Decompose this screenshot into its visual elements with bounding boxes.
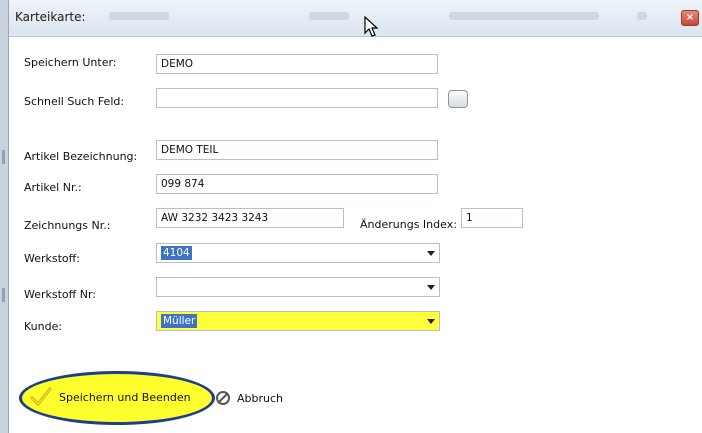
- zeichnungs-nr-input[interactable]: AW 3232 3423 3243: [156, 208, 344, 228]
- schnell-such-input[interactable]: [156, 88, 438, 108]
- blurred-title-segment: [109, 12, 169, 20]
- chevron-down-icon: [427, 285, 435, 290]
- background-mark: [2, 288, 5, 302]
- chevron-down-icon: [427, 319, 435, 324]
- abort-button-label: Abbruch: [237, 391, 284, 405]
- close-button[interactable]: ×: [681, 10, 699, 26]
- checkmark-icon: [30, 387, 52, 406]
- label-speichern-unter: Speichern Unter:: [24, 56, 117, 69]
- label-artikel-bezeichnung: Artikel Bezeichnung:: [24, 150, 138, 163]
- label-artikel-nr: Artikel Nr.:: [24, 181, 82, 194]
- mouse-pointer-icon: [364, 16, 379, 37]
- chevron-down-icon: [427, 251, 435, 256]
- artikel-bezeichnung-input[interactable]: DEMO TEIL: [156, 140, 438, 160]
- label-werkstoff: Werkstoff:: [24, 252, 80, 265]
- search-button[interactable]: [448, 90, 468, 108]
- aenderungs-index-input[interactable]: 1: [461, 208, 523, 228]
- label-aenderungs-index: Änderungs Index:: [360, 218, 457, 231]
- karteikarte-dialog: Karteikarte: × Speichern Unter: DEMO Sch…: [8, 0, 702, 433]
- werkstoff-select[interactable]: 4104: [156, 243, 440, 263]
- blurred-title-segment: [309, 12, 349, 20]
- title-bar[interactable]: Karteikarte: ×: [9, 0, 702, 37]
- label-schnell-such-feld: Schnell Such Feld:: [24, 95, 125, 108]
- label-kunde: Kunde:: [24, 320, 63, 333]
- abort-button[interactable]: Abbruch: [215, 387, 305, 409]
- form-area: Speichern Unter: DEMO Schnell Such Feld:…: [9, 37, 702, 433]
- no-entry-icon: [216, 391, 230, 405]
- label-werkstoff-nr: Werkstoff Nr:: [24, 288, 97, 301]
- kunde-selected-value: Müller: [161, 314, 198, 328]
- window-title: Karteikarte:: [15, 10, 86, 24]
- werkstoff-nr-select[interactable]: [156, 277, 440, 297]
- kunde-select[interactable]: Müller: [156, 311, 440, 331]
- werkstoff-selected-value: 4104: [161, 246, 192, 260]
- background-mark: [2, 150, 5, 164]
- save-button-label: Speichern und Beenden: [59, 390, 191, 404]
- label-zeichnungs-nr: Zeichnungs Nr.:: [24, 219, 111, 232]
- save-and-close-button[interactable]: Speichern und Beenden: [25, 385, 197, 409]
- background-window-strip: [0, 0, 8, 433]
- blurred-title-segment: [637, 12, 647, 20]
- blurred-title-segment: [449, 12, 599, 20]
- speichern-unter-input[interactable]: DEMO: [156, 54, 438, 74]
- artikel-nr-input[interactable]: 099 874: [156, 174, 438, 194]
